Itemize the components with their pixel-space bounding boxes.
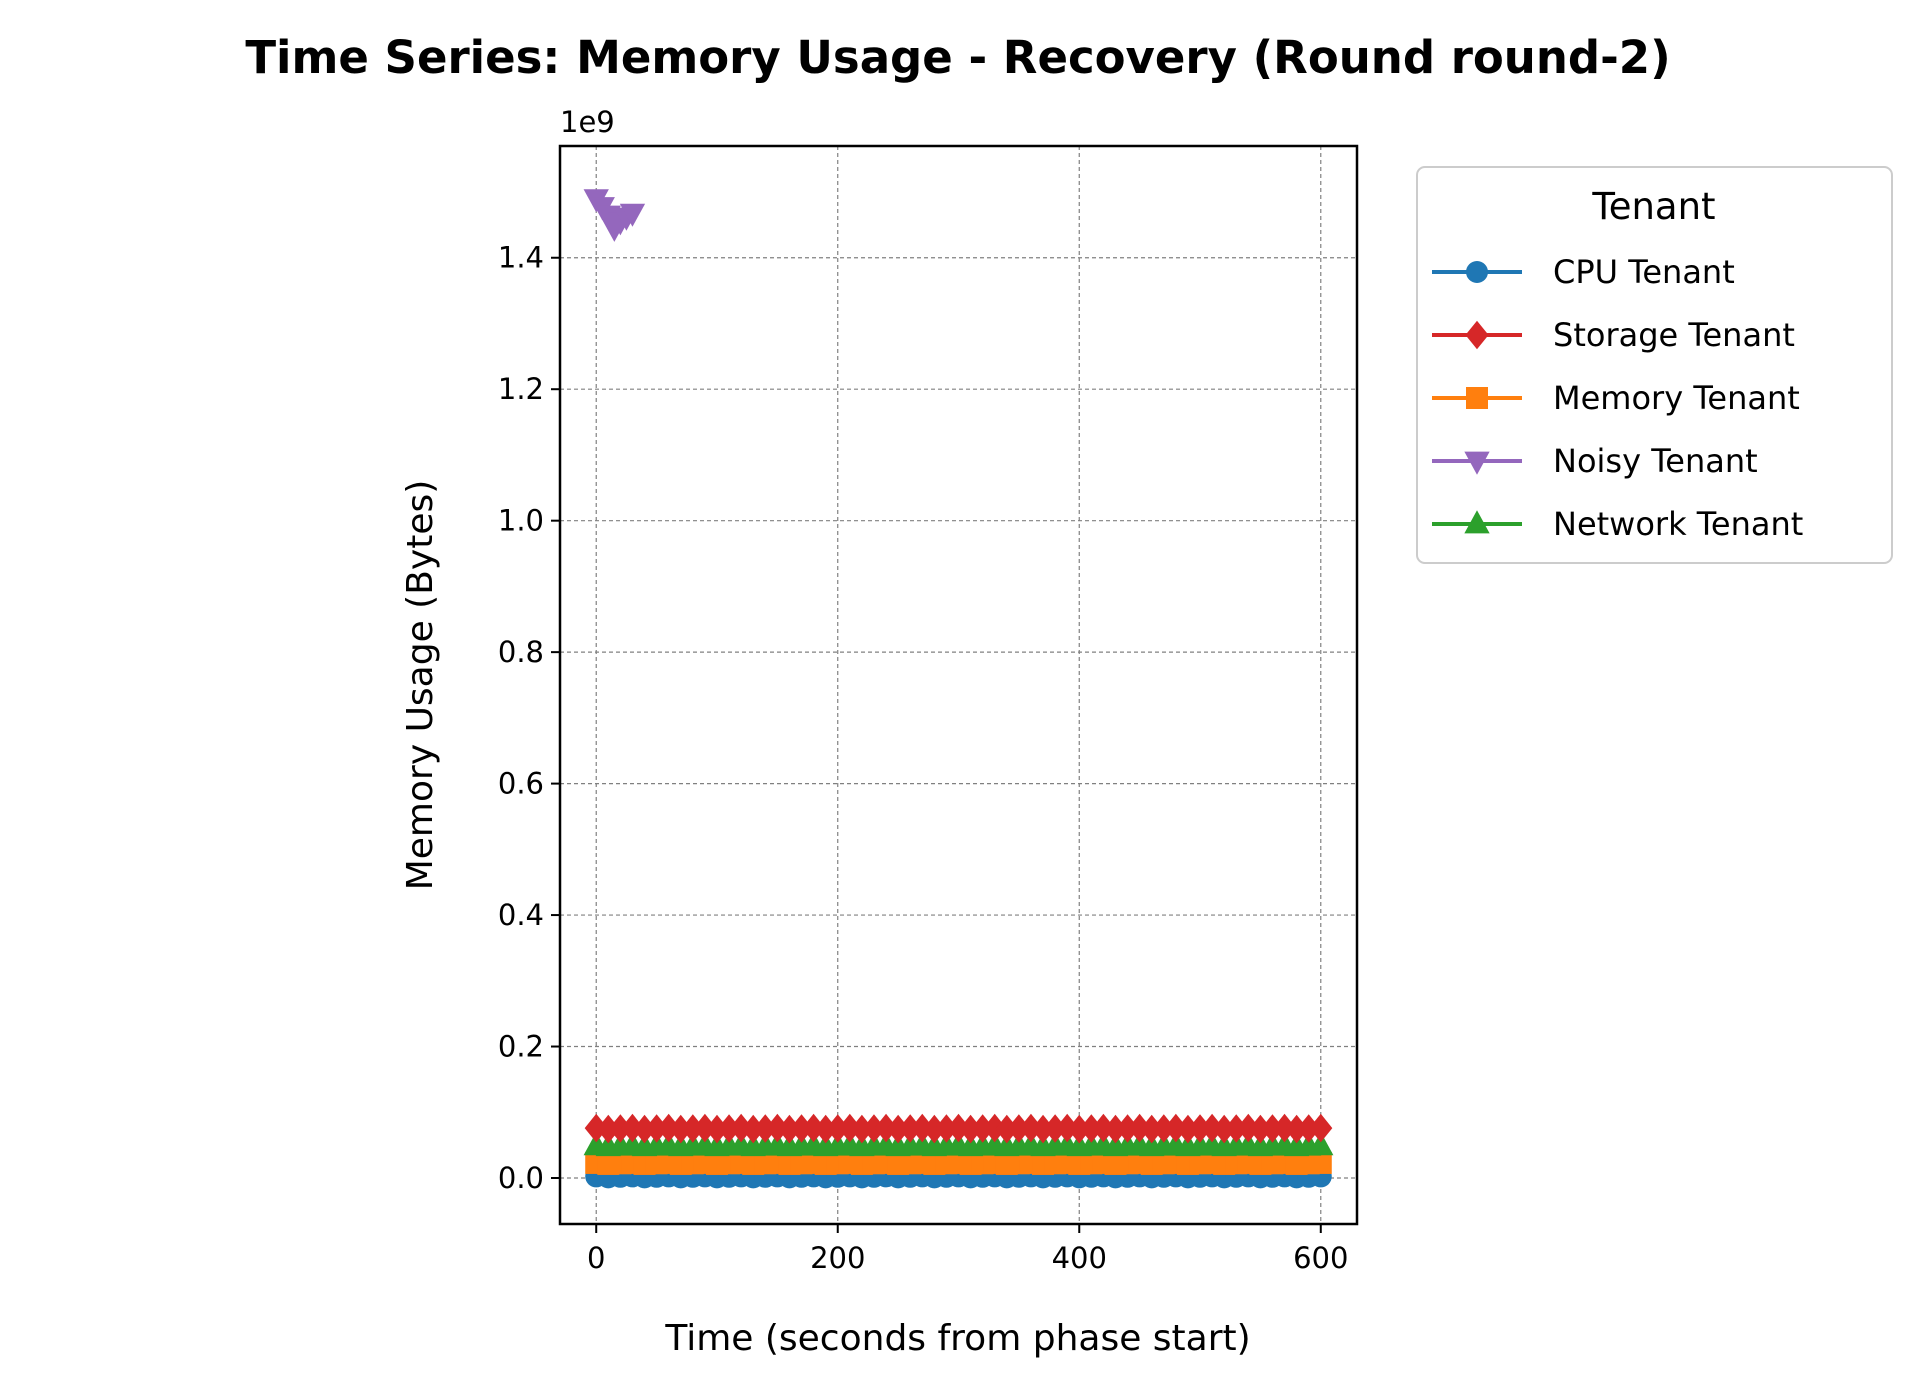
legend-marker: [1466, 387, 1488, 409]
y-offset-label: 1e9: [560, 105, 615, 139]
legend-label: CPU Tenant: [1553, 253, 1735, 291]
legend-marker: [1466, 261, 1488, 283]
x-tick-label: 0: [587, 1241, 605, 1275]
plot-frame: [558, 144, 1359, 1226]
y-axis-ticks: 0.0 0.2 0.4 0.6 0.8 1.0 1.2 1.4: [498, 241, 560, 1195]
x-axis-ticks: 0 200 400 600: [587, 1224, 1348, 1275]
y-tick-label: 0.4: [498, 898, 544, 932]
y-tick-label: 0.0: [498, 1161, 544, 1195]
y-tick-label: 0.2: [498, 1030, 544, 1064]
legend-label: Memory Tenant: [1553, 379, 1800, 417]
legend: Tenant CPU Tenant Storage Tenant Memory Te…: [1416, 166, 1893, 564]
x-tick-label: 200: [810, 1241, 865, 1275]
legend-label: Storage Tenant: [1553, 316, 1795, 354]
x-axis-label: Time (seconds from phase start): [664, 1318, 1250, 1359]
legend-label: Network Tenant: [1553, 505, 1803, 543]
chart: Time Series: Memory Usage - Recovery (Ro…: [245, 31, 1893, 1359]
series-noisy-tenant: [583, 189, 646, 242]
y-tick-label: 1.2: [498, 372, 544, 406]
plot-series: [583, 189, 1334, 1189]
x-tick-label: 400: [1052, 1241, 1107, 1275]
y-tick-label: 1.4: [498, 241, 544, 275]
series-storage-tenant: [584, 1113, 1333, 1144]
y-tick-label: 0.6: [498, 767, 544, 801]
legend-title: Tenant: [1591, 185, 1715, 228]
chart-title: Time Series: Memory Usage - Recovery (Ro…: [245, 31, 1670, 84]
y-tick-label: 1.0: [498, 504, 544, 538]
y-axis-label: Memory Usage (Bytes): [400, 480, 441, 891]
x-tick-label: 600: [1293, 1241, 1348, 1275]
y-tick-label: 0.8: [498, 635, 544, 669]
grid: [560, 146, 1357, 1224]
legend-label: Noisy Tenant: [1553, 442, 1758, 480]
data-point: [1309, 1113, 1333, 1143]
